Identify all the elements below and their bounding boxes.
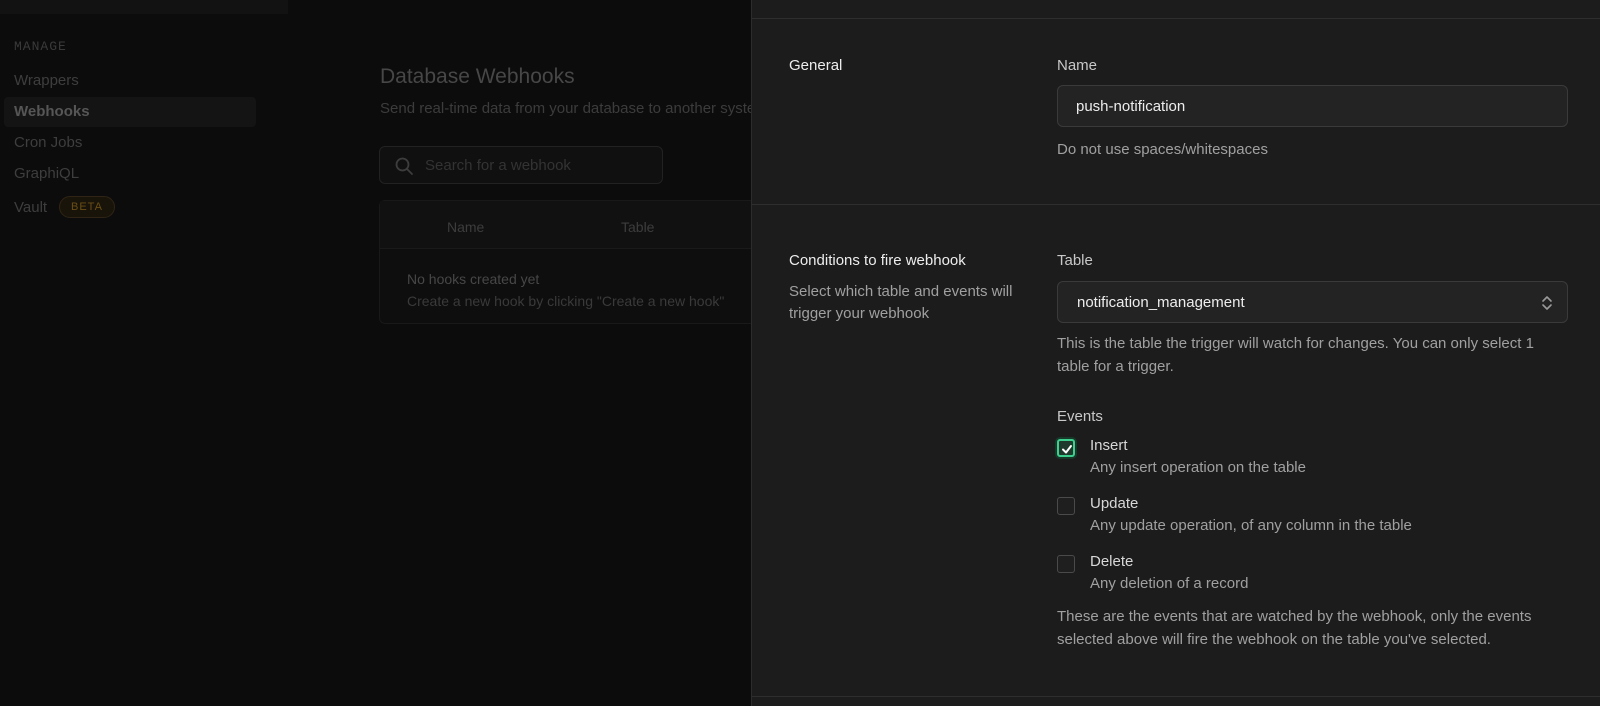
event-name: Insert [1090, 437, 1128, 454]
insert-checkbox[interactable] [1057, 439, 1075, 457]
webhook-search-input[interactable]: Search for a webhook [379, 146, 663, 184]
sidebar-item-webhooks[interactable]: Webhooks [14, 103, 90, 120]
empty-state-title: No hooks created yet [407, 271, 540, 287]
event-insert[interactable]: Insert Any insert operation on the table [1057, 437, 1568, 485]
webhooks-table: Name Table No hooks created yet Create a… [379, 200, 752, 324]
sidebar-item-wrappers[interactable]: Wrappers [14, 72, 79, 89]
column-header-name: Name [447, 219, 485, 235]
sidebar-item-vault[interactable]: Vault [14, 199, 47, 216]
name-field-label: Name [1057, 57, 1098, 74]
table-field-hint: This is the table the trigger will watch… [1057, 335, 1534, 375]
table-select[interactable]: notification_management [1057, 281, 1568, 323]
event-desc: Any update operation, of any column in t… [1090, 517, 1412, 534]
section-desc-conditions: Select which table and events will trigg… [789, 283, 1013, 322]
sidebar-item-graphiql[interactable]: GraphiQL [14, 165, 79, 182]
event-update[interactable]: Update Any update operation, of any colu… [1057, 495, 1568, 543]
sidebar-item-cron-jobs[interactable]: Cron Jobs [14, 134, 82, 151]
table-field-label: Table [1057, 252, 1093, 269]
top-strip [0, 0, 288, 14]
page-title: Database Webhooks [380, 65, 575, 88]
background-page: MANAGE Wrappers Webhooks Cron Jobs Graph… [0, 0, 752, 706]
divider [752, 204, 1600, 205]
delete-checkbox[interactable] [1057, 555, 1075, 573]
events-label: Events [1057, 408, 1103, 425]
check-icon [1062, 445, 1072, 454]
webhook-side-panel: General Name push-notification Do not us… [751, 0, 1600, 706]
search-icon [395, 157, 413, 175]
name-field-value: push-notification [1076, 98, 1186, 115]
beta-badge: BETA [59, 196, 115, 218]
event-desc: Any deletion of a record [1090, 575, 1249, 592]
table-header: Name Table [380, 201, 752, 249]
search-placeholder: Search for a webhook [425, 157, 571, 174]
page-subtitle: Send real-time data from your database t… [380, 100, 752, 117]
section-title-general: General [789, 57, 843, 74]
column-header-table: Table [621, 219, 655, 235]
chevron-up-down-icon [1542, 296, 1552, 310]
event-delete[interactable]: Delete Any deletion of a record [1057, 553, 1568, 601]
empty-state-subtitle: Create a new hook by clicking "Create a … [407, 293, 725, 309]
divider [752, 18, 1600, 19]
section-title-conditions: Conditions to fire webhook [789, 252, 966, 269]
event-name: Update [1090, 495, 1139, 512]
event-desc: Any insert operation on the table [1090, 459, 1306, 476]
event-name: Delete [1090, 553, 1134, 570]
name-field-hint: Do not use spaces/whitespaces [1057, 141, 1268, 158]
name-field[interactable]: push-notification [1057, 85, 1568, 127]
update-checkbox[interactable] [1057, 497, 1075, 515]
table-select-value: notification_management [1077, 294, 1245, 311]
divider [752, 696, 1600, 697]
sidebar-section-label: MANAGE [14, 39, 67, 54]
events-hint: These are the events that are watched by… [1057, 608, 1532, 648]
